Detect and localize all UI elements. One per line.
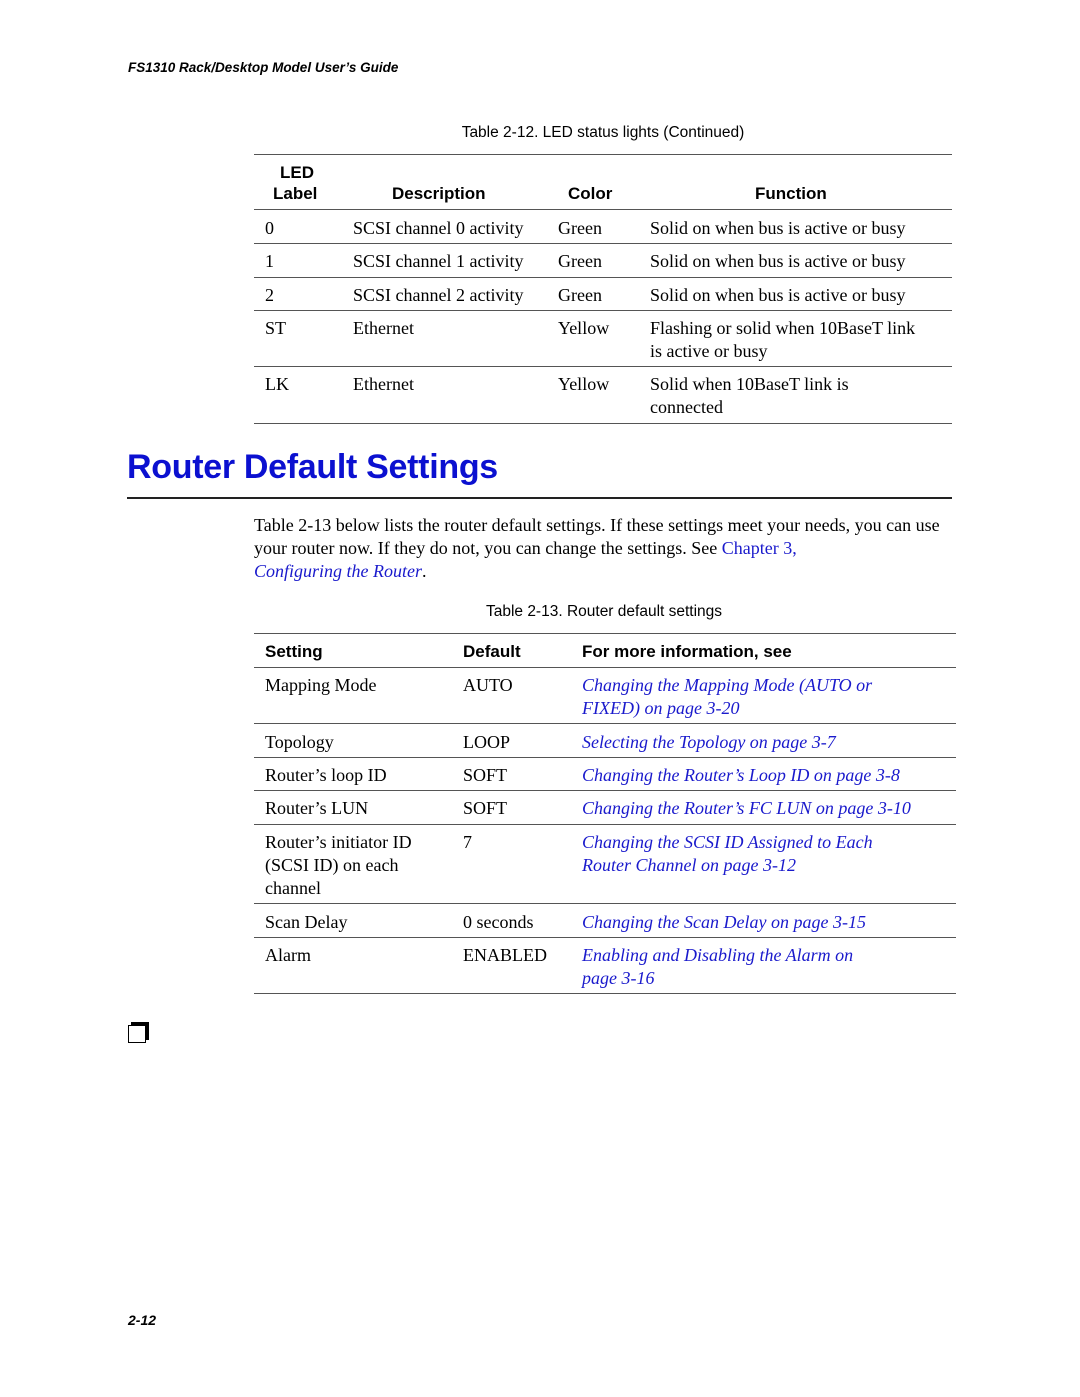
table-13-caption: Table 2-13. Router default settings (485, 603, 723, 620)
table-13-link-cont[interactable]: FIXED) on page 3-20 (582, 697, 739, 720)
table-12-cell-function: Solid on when bus is active or busy (650, 251, 906, 271)
table-13-row-rule (254, 757, 956, 758)
table-13-row-rule (254, 790, 956, 791)
table-12-header-label: Label (273, 184, 318, 203)
table-13-cell-setting: Router’s LUN (265, 798, 369, 818)
section-heading: Router Default Settings (127, 448, 498, 486)
table-12-row-rule (254, 310, 952, 311)
table-13-link[interactable]: Selecting the Topology on page 3-7 (582, 731, 836, 754)
table-13-link[interactable]: Changing the Router’s FC LUN on page 3-1… (582, 797, 911, 820)
table-12-cell-color: Green (558, 218, 602, 238)
table-12-cell-color: Yellow (558, 374, 610, 394)
table-13-link[interactable]: Enabling and Disabling the Alarm on (582, 944, 853, 967)
intro-paragraph: Table 2-13 below lists the router defaul… (254, 514, 954, 583)
table-13-bottom-rule (254, 993, 956, 994)
table-12-cell-description: SCSI channel 2 activity (353, 285, 524, 305)
table-13-cell-default: AUTO (463, 675, 513, 695)
table-12-bottom-rule (254, 423, 952, 424)
table-13-header-info: For more information, see (582, 642, 792, 661)
table-12-cell-description: Ethernet (353, 374, 414, 394)
table-12-cell-label: ST (265, 318, 287, 338)
table-12-cell-function: Solid on when bus is active or busy (650, 218, 906, 238)
configuring-router-link[interactable]: Configuring the Router (254, 561, 422, 581)
table-12-cell-label: LK (265, 374, 289, 394)
running-header: FS1310 Rack/Desktop Model User’s Guide (128, 60, 399, 75)
table-12-row-rule (254, 277, 952, 278)
table-12-cell-color: Yellow (558, 318, 610, 338)
page-number: 2-12 (128, 1312, 157, 1328)
table-13-link-cont[interactable]: Router Channel on page 3-12 (582, 854, 796, 877)
table-13-cell-setting-cont: channel (265, 878, 321, 898)
table-12-cell-label: 2 (265, 285, 274, 305)
intro-end: . (422, 561, 427, 581)
table-13-link[interactable]: Changing the Mapping Mode (AUTO or (582, 674, 872, 697)
table-12-row-rule (254, 243, 952, 244)
chapter-3-link[interactable]: Chapter 3, (722, 538, 797, 558)
table-12-cell-description: SCSI channel 1 activity (353, 251, 524, 271)
table-13-row-rule (254, 937, 956, 938)
table-13-header-rule (254, 667, 956, 668)
table-12-caption: Table 2-12. LED status lights (Continued… (461, 124, 745, 141)
table-13-cell-setting: Topology (265, 732, 334, 752)
table-13-row-rule (254, 903, 956, 904)
table-12-header-led: LED (280, 163, 314, 182)
table-13-cell-setting: Alarm (265, 945, 311, 965)
table-13-cell-setting: Scan Delay (265, 912, 348, 932)
table-12-cell-function-cont: is active or busy (650, 341, 768, 361)
table-12-cell-color: Green (558, 251, 602, 271)
table-13-cell-setting: Router’s initiator ID (265, 832, 412, 852)
table-13-cell-setting: Mapping Mode (265, 675, 377, 695)
end-of-section-icon (128, 1025, 146, 1043)
table-12-header-rule (254, 209, 952, 210)
table-12-row-rule (254, 366, 952, 367)
table-12-top-rule (254, 154, 952, 155)
table-12-cell-function: Solid on when bus is active or busy (650, 285, 906, 305)
table-12-cell-function: Solid when 10BaseT link is (650, 374, 849, 394)
table-12-cell-label: 0 (265, 218, 274, 238)
table-12-cell-description: Ethernet (353, 318, 414, 338)
table-13-cell-default: 0 seconds (463, 912, 534, 932)
table-13-cell-default: LOOP (463, 732, 511, 752)
table-12-cell-function: Flashing or solid when 10BaseT link (650, 318, 916, 338)
table-13-top-rule (254, 633, 956, 634)
table-12-header-color: Color (568, 184, 613, 203)
table-13-link[interactable]: Changing the Scan Delay on page 3-15 (582, 911, 866, 934)
table-13-link[interactable]: Changing the Router’s Loop ID on page 3-… (582, 764, 900, 787)
table-12-cell-description: SCSI channel 0 activity (353, 218, 524, 238)
table-12-header-description: Description (392, 184, 486, 203)
table-13-row-rule (254, 723, 956, 724)
table-12-cell-function-cont: connected (650, 397, 723, 417)
table-12-cell-label: 1 (265, 251, 274, 271)
table-13-header-default: Default (463, 642, 521, 661)
table-13-cell-setting: Router’s loop ID (265, 765, 387, 785)
table-13-cell-default: SOFT (463, 798, 508, 818)
table-13-cell-default: 7 (463, 832, 472, 852)
table-13-link-cont[interactable]: page 3-16 (582, 967, 654, 990)
table-13-cell-setting-cont: (SCSI ID) on each (265, 855, 399, 875)
table-13-cell-default: ENABLED (463, 945, 547, 965)
table-13-header-setting: Setting (265, 642, 323, 661)
table-12-header-function: Function (755, 184, 827, 203)
intro-text: Table 2-13 below lists the router defaul… (254, 515, 940, 558)
heading-rule (127, 497, 952, 499)
table-13-cell-default: SOFT (463, 765, 508, 785)
table-13-link[interactable]: Changing the SCSI ID Assigned to Each (582, 831, 873, 854)
table-12-cell-color: Green (558, 285, 602, 305)
table-13-row-rule (254, 824, 956, 825)
